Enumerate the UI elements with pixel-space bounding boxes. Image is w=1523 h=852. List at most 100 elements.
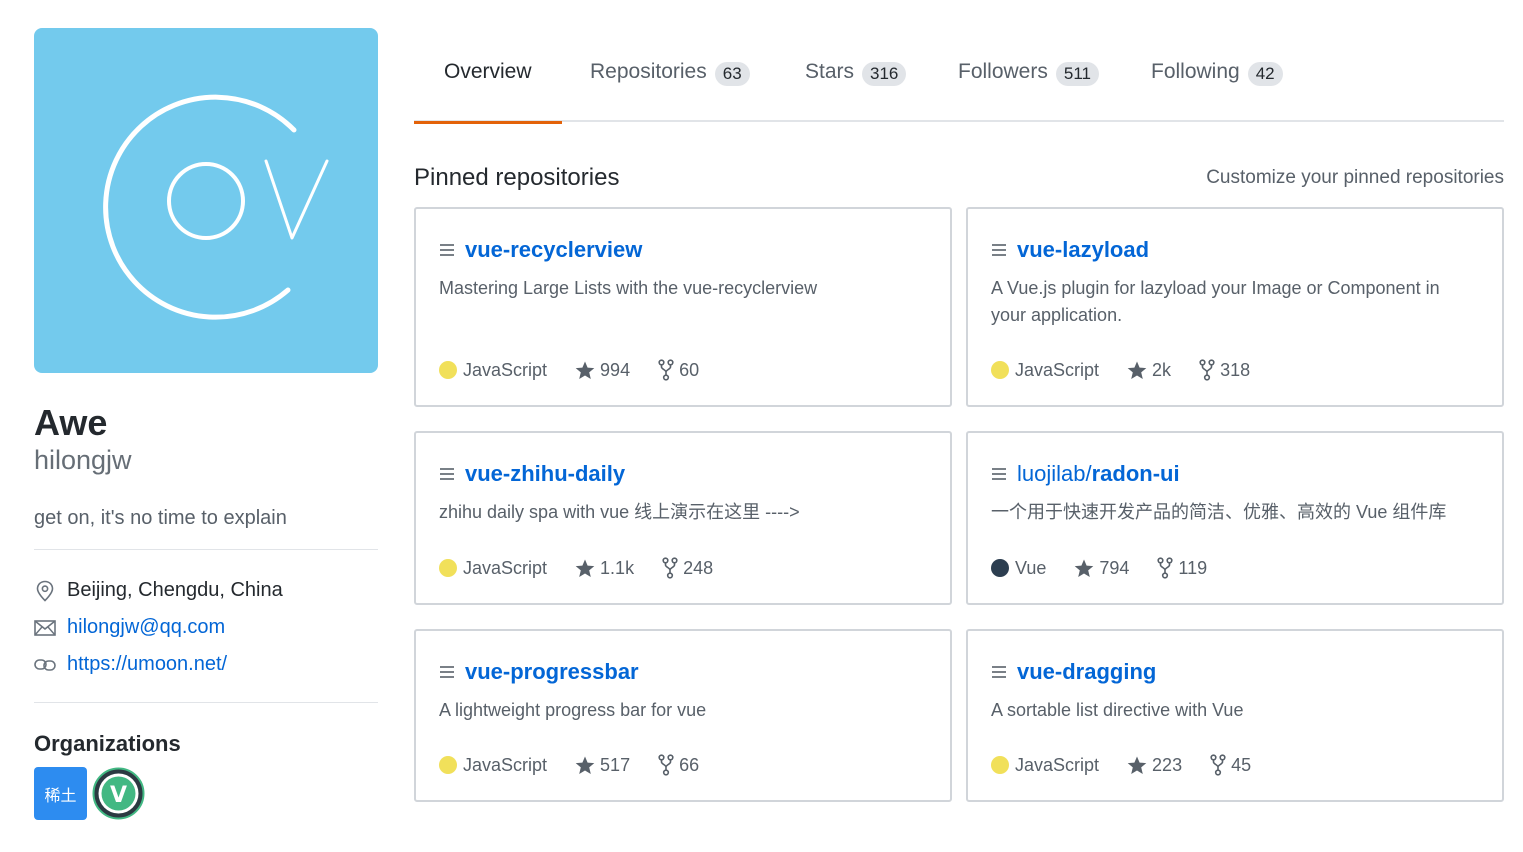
tab-counter: 511 [1055, 62, 1099, 86]
profile-bio: get on, it's no time to explain [34, 507, 287, 529]
fork-icon [1199, 359, 1215, 381]
repo-language: JavaScript [1015, 359, 1100, 380]
language-color-dot [439, 361, 457, 379]
repo-language: JavaScript [463, 359, 548, 380]
repo-forks[interactable]: 45 [1210, 754, 1251, 776]
repo-language: Vue [1015, 557, 1047, 578]
email-link[interactable]: hilongjw@qq.com [67, 616, 225, 639]
repo-star-count: 994 [600, 359, 631, 380]
pinned-repo-card: vue-dragging A sortable list directive w… [966, 629, 1504, 802]
profile-login: hilongjw [34, 445, 132, 475]
repo-name-link[interactable]: vue-progressbar [465, 659, 639, 685]
tab-repositories[interactable]: Repositories 63 [590, 40, 750, 122]
repo-title-row: luojilab/ radon-ui [991, 459, 1479, 489]
repo-stars[interactable]: 794 [1074, 558, 1129, 579]
repo-fork-count: 119 [1178, 557, 1208, 578]
repo-language: JavaScript [463, 754, 548, 775]
tab-counter: 42 [1247, 62, 1283, 86]
tab-label: Repositories [590, 60, 707, 83]
tab-overview[interactable]: Overview [414, 40, 561, 124]
repo-fork-count: 66 [679, 754, 700, 775]
pinned-header: Pinned repositories Customize your pinne… [414, 164, 1504, 192]
divider [34, 549, 378, 550]
link-icon [34, 654, 56, 676]
repo-icon [992, 468, 1006, 480]
profile-email: hilongjw@qq.com [34, 609, 378, 646]
repo-icon [440, 468, 454, 480]
pinned-repo-card: vue-recyclerview Mastering Large Lists w… [414, 207, 952, 407]
repo-forks[interactable]: 248 [662, 557, 713, 579]
profile-sidebar: Awe hilongjw get on, it's no time to exp… [34, 28, 378, 820]
repo-icon [992, 244, 1006, 256]
repo-meta: JavaScript 2k 318 [991, 359, 1278, 381]
repo-description: A lightweight progress bar for vue [439, 700, 707, 720]
profile-website: https://umoon.net/ [34, 646, 378, 683]
repo-language: JavaScript [463, 557, 548, 578]
pinned-repo-card: vue-lazyload A Vue.js plugin for lazyloa… [966, 207, 1504, 407]
language-color-dot [991, 756, 1009, 774]
website-link[interactable]: https://umoon.net/ [67, 653, 227, 676]
repo-name-link[interactable]: radon-ui [1092, 461, 1180, 487]
repo-name-link[interactable]: vue-zhihu-daily [465, 461, 625, 487]
repo-name-link[interactable]: vue-recyclerview [465, 237, 642, 263]
org-avatar-juejin[interactable]: 稀土 [34, 767, 87, 820]
fork-icon [658, 754, 674, 776]
language-color-dot [439, 559, 457, 577]
repo-meta: JavaScript 994 60 [439, 359, 727, 381]
repo-meta: JavaScript 1.1k 248 [439, 557, 741, 579]
vue-org-logo-icon: V [92, 767, 145, 820]
star-icon [575, 756, 595, 774]
repo-name-link[interactable]: vue-dragging [1017, 659, 1156, 685]
tab-stars[interactable]: Stars 316 [805, 40, 907, 122]
tab-counter: 316 [862, 62, 907, 86]
pinned-repo-card: vue-zhihu-daily zhihu daily spa with vue… [414, 431, 952, 605]
repo-fork-count: 318 [1220, 359, 1251, 380]
repo-description: Mastering Large Lists with the vue-recyc… [439, 278, 818, 298]
repo-description: zhihu daily spa with vue 线上演示在这里 ----> [439, 502, 800, 522]
tab-followers[interactable]: Followers 511 [958, 40, 1099, 122]
repo-star-count: 1.1k [600, 557, 635, 578]
repo-description: A Vue.js plugin for lazyload your Image … [991, 278, 1440, 325]
tab-counter: 63 [714, 62, 750, 86]
fork-icon [1157, 557, 1174, 579]
repo-star-count: 2k [1152, 359, 1172, 380]
fork-icon [662, 557, 678, 579]
repo-name-link[interactable]: vue-lazyload [1017, 237, 1149, 263]
pinned-repo-card: luojilab/ radon-ui 一个用于快速开发产品的简洁、优雅、高效的 … [966, 431, 1504, 605]
repo-forks[interactable]: 119 [1157, 557, 1207, 579]
repo-star-count: 223 [1152, 754, 1183, 775]
profile-tabs: Overview Repositories 63 Stars 316 Follo… [414, 40, 1504, 124]
repo-meta: JavaScript 517 66 [439, 754, 727, 776]
repo-forks[interactable]: 318 [1199, 359, 1250, 381]
language-color-dot [991, 559, 1009, 577]
repo-star-count: 794 [1099, 557, 1130, 578]
org-label: V [110, 783, 127, 808]
tab-following[interactable]: Following 42 [1151, 40, 1283, 122]
repo-forks[interactable]: 66 [658, 754, 699, 776]
fork-icon [658, 359, 674, 381]
org-avatar-vue[interactable]: V [92, 767, 145, 820]
repo-stars[interactable]: 2k [1127, 360, 1171, 381]
avatar-logo-icon [103, 94, 329, 320]
repo-stars[interactable]: 1.1k [575, 558, 634, 579]
tab-label: Stars [805, 60, 855, 83]
repo-owner-link[interactable]: luojilab/ [1017, 461, 1092, 487]
repo-forks[interactable]: 60 [658, 359, 699, 381]
profile-location: Beijing, Chengdu, China [34, 572, 378, 609]
repo-fork-count: 60 [679, 359, 700, 380]
customize-pins-link[interactable]: Customize your pinned repositories [1206, 167, 1504, 189]
repo-stars[interactable]: 223 [1127, 755, 1182, 776]
repo-title-row: vue-lazyload [991, 235, 1479, 265]
mail-icon [34, 617, 56, 639]
language-color-dot [991, 361, 1009, 379]
repo-stars[interactable]: 517 [575, 755, 630, 776]
tab-label: Followers [958, 60, 1048, 83]
repo-icon [440, 666, 454, 678]
profile-name: Awe [34, 402, 108, 443]
repo-icon [992, 666, 1006, 678]
repo-language: JavaScript [1015, 754, 1100, 775]
avatar[interactable] [34, 28, 378, 373]
repo-stars[interactable]: 994 [575, 360, 630, 381]
repo-title-row: vue-zhihu-daily [439, 459, 927, 489]
repo-title-row: vue-dragging [991, 657, 1479, 687]
